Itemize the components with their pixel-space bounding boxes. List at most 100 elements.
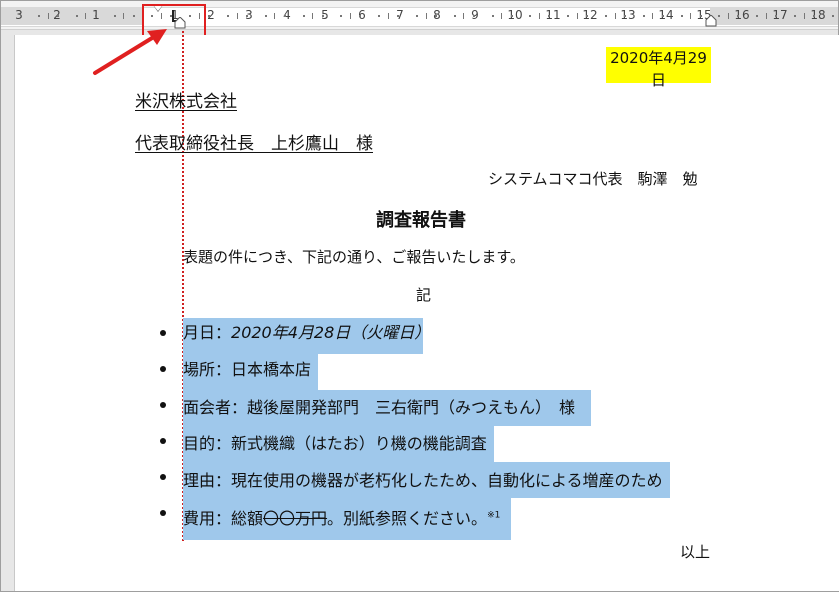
item-label: 月日： — [183, 323, 232, 342]
ruler-dot — [302, 15, 305, 17]
recipient-person: 代表取締役社長 上杉鷹山 様 — [135, 134, 373, 154]
ruler-dot — [775, 15, 778, 17]
document-title: 調査報告書 — [376, 210, 466, 231]
ruler-label: 18 — [810, 8, 826, 22]
ruler-dot — [794, 15, 797, 17]
ruler-dot — [699, 15, 702, 17]
footnote-mark: ※1 — [487, 510, 501, 521]
item-label: 場所： — [183, 360, 232, 379]
ruler-dot — [453, 15, 456, 17]
ruler-dot — [416, 15, 419, 17]
list-item[interactable]: 目的：新式機織（はたお）り機の機能調査 — [183, 430, 487, 454]
ruler-dot — [94, 15, 97, 17]
document-window: 3 2 1 1 2 3 4 5 6 7 8 9 10 11 12 13 14 1… — [0, 0, 839, 592]
ruler-dot — [756, 15, 759, 17]
item-value-pre: 総額 — [231, 509, 264, 528]
annotation-arrow-icon — [93, 29, 167, 75]
list-item[interactable]: 面会者：越後屋開発部門 三右衛門（みつえもん） 様 — [183, 394, 575, 418]
ruler-dot — [812, 15, 815, 17]
list-item[interactable]: 理由：現在使用の機器が老朽化したため、自動化による増産のため — [183, 467, 663, 491]
ruler-half-tick — [614, 13, 616, 19]
ruler-half-tick — [803, 13, 805, 19]
ruler-dot — [737, 15, 740, 17]
ruler-half-tick — [501, 13, 503, 19]
ruler-half-tick — [85, 13, 87, 19]
ruler-half-tick — [236, 13, 238, 19]
ruler-dot — [434, 15, 437, 17]
ruler-half-tick — [349, 13, 351, 19]
item-value: 現在使用の機器が老朽化したため、自動化による増産のため — [231, 471, 663, 490]
ruler-dot — [264, 15, 267, 17]
ruler-label: 8 — [433, 8, 441, 22]
ruler-dot — [548, 15, 551, 17]
ruler-label: 17 — [772, 8, 788, 22]
bullet-icon — [160, 474, 166, 480]
list-item[interactable]: 月日：2020年4月28日（火曜日） — [183, 319, 430, 343]
ruler-dot — [472, 15, 475, 17]
ruler-dot — [661, 15, 664, 17]
ruler-label: 11 — [545, 8, 561, 22]
document-date: 2020年4月29日 — [606, 47, 711, 89]
right-indent-marker[interactable] — [705, 15, 717, 27]
bullet-icon — [160, 330, 166, 336]
ruler-dot — [831, 15, 834, 17]
ruler-half-tick — [387, 13, 389, 19]
ruler-half-tick — [274, 13, 276, 19]
ruler-dot — [340, 15, 343, 17]
bullet-icon — [160, 438, 166, 444]
ruler-dot — [113, 15, 116, 17]
ruler-dot — [529, 15, 532, 17]
ruler-label: 2 — [207, 8, 215, 22]
ruler-half-tick — [312, 13, 314, 19]
ruler-label: 3 — [15, 8, 23, 22]
item-label: 面会者： — [183, 398, 248, 417]
bullet-icon — [160, 402, 166, 408]
ruler-label: 5 — [321, 8, 329, 22]
closing-text: 以上 — [680, 543, 711, 561]
ruler-label: 10 — [507, 8, 523, 22]
ruler-half-tick — [765, 13, 767, 19]
ruler-label: 13 — [620, 8, 636, 22]
ruler-dot — [397, 15, 400, 17]
item-label: 目的： — [183, 434, 232, 453]
ruler-label: 16 — [734, 8, 750, 22]
ruler-label: 12 — [582, 8, 598, 22]
item-label: 費用： — [183, 509, 232, 528]
ruler-dot — [359, 15, 362, 17]
ruler-dot — [605, 15, 608, 17]
ruler-half-tick — [123, 13, 125, 19]
bullet-icon — [160, 366, 166, 372]
ruler-half-tick — [652, 13, 654, 19]
ruler-dot — [132, 15, 135, 17]
ruler-dot — [680, 15, 683, 17]
item-value: 日本橋本店 — [231, 360, 312, 379]
ruler-dot — [642, 15, 645, 17]
ruler-label: 9 — [471, 8, 479, 22]
ruler-half-tick — [690, 13, 692, 19]
list-item[interactable]: 場所：日本橋本店 — [183, 356, 311, 380]
ruler-label: 4 — [283, 8, 291, 22]
ruler-dot — [510, 15, 513, 17]
item-value-strike: 〇〇万円 — [263, 509, 328, 528]
ruler-dot — [718, 15, 721, 17]
ruler-dot — [567, 15, 570, 17]
item-value-post: 。別紙参照ください。 — [327, 509, 488, 528]
list-item[interactable]: 費用：総額〇〇万円。別紙参照ください。※1 — [183, 505, 500, 529]
ruler-dot — [283, 15, 286, 17]
ruler-half-tick — [538, 13, 540, 19]
ruler-dot — [38, 15, 41, 17]
ruler-dot — [56, 15, 59, 17]
ruler-half-tick — [47, 13, 49, 19]
ruler-dot — [491, 15, 494, 17]
item-value: 2020年4月28日（火曜日） — [231, 323, 431, 342]
ruler-label: 7 — [396, 8, 404, 22]
ruler-half-tick — [727, 13, 729, 19]
item-value: 越後屋開発部門 三右衛門（みつえもん） 様 — [247, 398, 576, 417]
ruler-label: 6 — [358, 8, 366, 22]
ruler-dot — [623, 15, 626, 17]
ruler-dot — [321, 15, 324, 17]
ruler-half-tick — [425, 13, 427, 19]
ruler-dot — [227, 15, 230, 17]
ruler-half-tick — [576, 13, 578, 19]
sender-name: システムコマコ代表 駒澤 勉 — [488, 170, 698, 188]
